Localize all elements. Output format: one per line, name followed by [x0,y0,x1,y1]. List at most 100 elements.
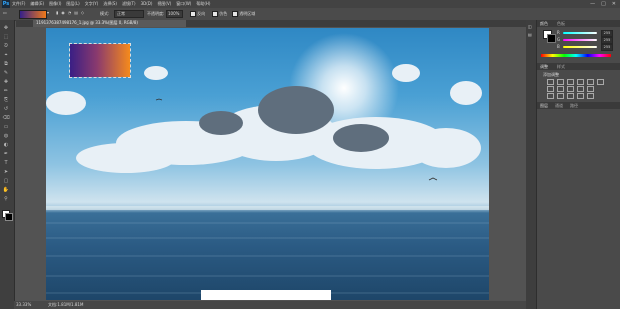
exposure-icon[interactable] [577,79,584,85]
gradient-selection[interactable] [69,43,131,78]
tab-color[interactable]: 颜色 [540,21,548,26]
tab-adjustments[interactable]: 调整 [540,64,548,69]
properties-icon[interactable]: ▤ [528,32,532,37]
photoshop-logo: Ps [2,0,10,8]
minimize-icon[interactable]: — [590,1,595,7]
rgb-value-input[interactable]: 255 [601,37,613,44]
hue-sat-icon[interactable] [597,79,604,85]
selective-color-icon[interactable] [587,93,594,99]
healing-tool-icon[interactable]: ✚ [2,80,10,85]
brush-tool-icon[interactable]: ✏ [2,89,10,94]
menu-item[interactable]: 帮助(H) [196,1,210,6]
menu-item[interactable]: 文件(F) [12,1,25,6]
status-bar: 33.33% 文档:1.81M/1.81M [14,301,526,309]
transparency-checkbox[interactable]: 透明区域 [232,11,255,17]
maximize-icon[interactable]: □ [601,1,606,7]
menu-item[interactable]: 图像(I) [49,1,61,6]
path-select-tool-icon[interactable]: ➤ [2,170,10,175]
history-icon[interactable]: ◫ [528,24,532,29]
menu-item[interactable]: 图层(L) [66,1,79,6]
ocean-waves [46,222,489,294]
threshold-icon[interactable] [567,93,574,99]
posterize-icon[interactable] [557,93,564,99]
tab-swatches[interactable]: 色板 [557,21,565,26]
background-color-swatch[interactable] [547,34,556,43]
add-adjustment-label: 添加调整 [543,72,559,77]
document-canvas[interactable] [46,28,489,300]
curves-icon[interactable] [567,79,574,85]
tab-layers[interactable]: 图层 [540,103,548,108]
rgb-slider[interactable] [563,46,597,48]
tab-paths[interactable]: 路径 [570,103,578,108]
radial-gradient-icon[interactable]: ◉ [61,10,65,15]
brightness-icon[interactable] [547,79,554,85]
menu-item[interactable]: 编辑(E) [30,1,44,6]
tab-styles[interactable]: 样式 [557,64,565,69]
lasso-tool-icon[interactable]: ᘐ [2,44,10,49]
crop-tool-icon[interactable]: ⧉ [2,62,10,67]
photo-filter-icon[interactable] [567,86,574,92]
menu-item[interactable]: 选择(S) [103,1,117,6]
dodge-tool-icon[interactable]: ◐ [2,143,10,148]
linear-gradient-icon[interactable]: ▮ [56,10,58,15]
close-icon[interactable]: ✕ [612,1,616,7]
history-brush-tool-icon[interactable]: ↺ [2,107,10,112]
color-balance-icon[interactable] [547,86,554,92]
invert-icon[interactable] [547,93,554,99]
gradient-tool-icon[interactable]: ▭ [3,10,7,15]
right-panels: 颜色 色板 调整 样式 添加调整 图层 通道 路径 R 255 G 255 B 255 [536,20,620,309]
reflected-gradient-icon[interactable]: ▤ [74,10,78,15]
quick-select-tool-icon[interactable]: ⌖ [2,53,10,58]
dither-label: 仿色 [219,11,228,16]
panel-icon-strip: ◫ ▤ [526,20,536,309]
gradient-map-icon[interactable] [577,93,584,99]
type-tool-icon[interactable]: T [2,161,10,166]
channel-mixer-icon[interactable] [577,86,584,92]
dither-checkbox[interactable]: 仿色 [212,11,227,17]
rgb-label: R [557,30,560,35]
menu-item[interactable]: 3D(D) [141,1,153,6]
chevron-down-icon[interactable]: ▾ [47,10,49,15]
eyedropper-tool-icon[interactable]: ✎ [2,71,10,76]
menu-item[interactable]: 滤镜(T) [122,1,136,6]
document-tab[interactable]: 1191376387498176_1.jpg @ 33.3%(图层 0, RGB… [33,20,186,27]
mode-select[interactable]: 正常 [114,10,144,18]
menu-item[interactable]: 视图(V) [157,1,171,6]
stamp-tool-icon[interactable]: ⎘ [2,98,10,103]
color-panel-header: 颜色 色板 [537,20,620,27]
menu-item[interactable]: 文字(Y) [85,1,99,6]
bird-icon [155,98,163,101]
pen-tool-icon[interactable]: ✒ [2,152,10,157]
hand-tool-icon[interactable]: ✋ [2,188,10,193]
reverse-checkbox[interactable]: 反向 [190,11,205,17]
horizon-haze [46,206,489,210]
vibrance-icon[interactable] [587,79,594,85]
black-white-icon[interactable] [557,86,564,92]
zoom-tool-icon[interactable]: ⚲ [2,197,10,202]
tab-channels[interactable]: 通道 [555,103,563,108]
color-spectrum-bar[interactable] [541,54,611,57]
rgb-value-input[interactable]: 255 [601,30,613,37]
gradient-tool-icon[interactable]: ▭ [2,125,10,130]
color-lookup-icon[interactable] [587,86,594,92]
rgb-slider[interactable] [563,32,597,34]
marquee-tool-icon[interactable]: ⬚ [2,35,10,40]
angle-gradient-icon[interactable]: ◔ [68,10,72,15]
gradient-picker[interactable] [19,10,47,19]
checkbox-icon [190,11,196,17]
shape-tool-icon[interactable]: ▢ [2,179,10,184]
diamond-gradient-icon[interactable]: ◇ [81,10,84,15]
opacity-input[interactable]: 100% [166,10,183,18]
layers-panel-header: 图层 通道 路径 [537,102,620,109]
rgb-value-input[interactable]: 255 [601,44,613,51]
rgb-slider[interactable] [563,39,597,41]
menu-item[interactable]: 窗口(W) [176,1,191,6]
move-tool-icon[interactable]: ✥ [2,26,10,31]
blur-tool-icon[interactable]: ◍ [2,134,10,139]
background-color-icon[interactable] [5,213,13,221]
eraser-tool-icon[interactable]: ⌫ [2,116,10,121]
document-info[interactable]: 文档:1.81M/1.81M [48,302,83,307]
levels-icon[interactable] [557,79,564,85]
opacity-label: 不透明度: [147,11,165,16]
zoom-level[interactable]: 33.33% [16,302,31,307]
